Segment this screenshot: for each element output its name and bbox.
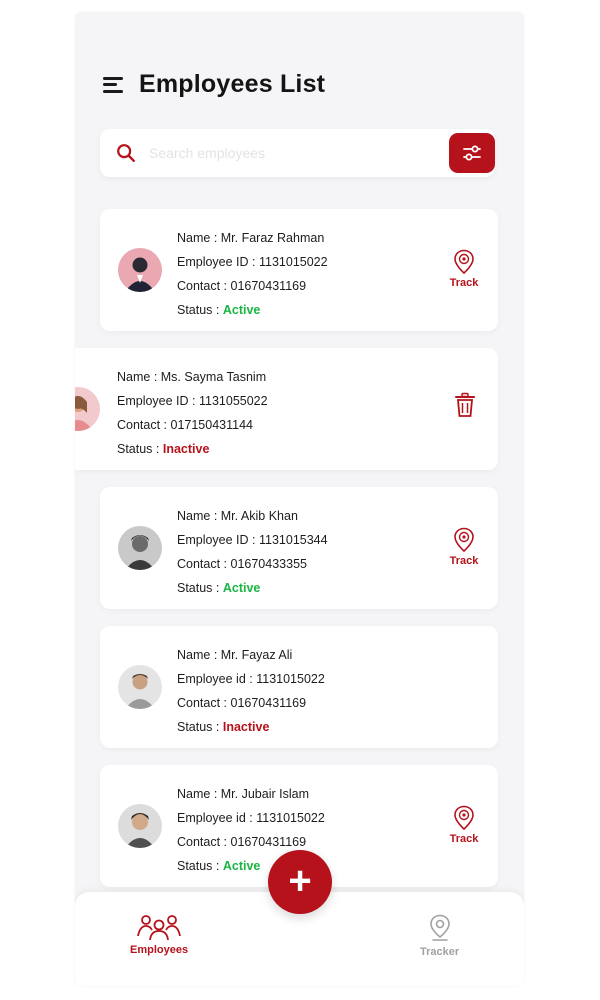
employee-info: Name : Mr. Faraz Rahman Employee ID : 11… [177, 226, 328, 322]
employee-name: Name : Mr. Akib Khan [177, 509, 298, 523]
avatar [118, 526, 162, 570]
employee-id: Employee id : 1131015022 [177, 811, 325, 825]
search-input[interactable] [147, 144, 441, 162]
employee-id: Employee ID : 1131055022 [117, 394, 268, 408]
employee-id: Employee ID : 1131015022 [177, 255, 328, 269]
employee-contact: Contact : 01670433355 [177, 557, 307, 571]
employee-name: Name : Mr. Jubair Islam [177, 787, 309, 801]
map-pin-icon [429, 914, 450, 941]
track-label: Track [449, 555, 479, 567]
employee-status: Status : Inactive [177, 720, 270, 734]
employee-info: Name : Mr. Fayaz Ali Employee id : 11310… [177, 643, 325, 739]
employee-id: Employee ID : 1131015344 [177, 533, 328, 547]
nav-tracker-label: Tracker [420, 946, 460, 958]
search-icon [117, 144, 135, 162]
employee-contact: Contact : 01670431169 [177, 279, 307, 293]
employee-status: Status : Active [177, 303, 261, 317]
menu-icon[interactable] [103, 76, 123, 93]
location-pin-icon [454, 805, 474, 831]
nav-tracker[interactable]: Tracker [420, 914, 459, 958]
avatar [118, 248, 162, 292]
page-header: Employees List [103, 70, 325, 99]
add-employee-button[interactable]: + [268, 850, 332, 914]
filter-button[interactable] [449, 133, 495, 173]
employee-info: Name : Mr. Akib Khan Employee ID : 11310… [177, 504, 328, 600]
people-icon [137, 915, 181, 940]
delete-button[interactable] [454, 392, 476, 423]
employee-card[interactable]: Name : Mr. Fayaz Ali Employee id : 11310… [100, 626, 498, 748]
employee-card[interactable]: Name : Ms. Sayma Tasnim Employee ID : 11… [75, 348, 498, 470]
employee-id: Employee id : 1131015022 [177, 672, 325, 686]
trash-icon [455, 392, 475, 417]
employee-contact: Contact : 01670431169 [177, 696, 307, 710]
avatar [118, 804, 162, 848]
employee-status: Status : Inactive [117, 442, 210, 456]
plus-icon: + [288, 858, 312, 903]
employee-name: Name : Mr. Faraz Rahman [177, 231, 325, 245]
location-pin-icon [454, 249, 474, 275]
location-pin-icon [454, 527, 474, 553]
app-screen: Employees List Name : Mr. Faraz Rahman E… [75, 12, 524, 986]
page-title: Employees List [139, 70, 326, 98]
employee-info: Name : Ms. Sayma Tasnim Employee ID : 11… [117, 365, 268, 461]
nav-employees[interactable]: Employees [130, 914, 188, 956]
track-button[interactable]: Track [444, 527, 484, 567]
employee-card[interactable]: Name : Mr. Akib Khan Employee ID : 11310… [100, 487, 498, 609]
sliders-icon [463, 145, 481, 161]
avatar [118, 665, 162, 709]
employee-contact: Contact : 017150431144 [117, 418, 253, 432]
employee-card[interactable]: Name : Mr. Faraz Rahman Employee ID : 11… [100, 209, 498, 331]
nav-employees-label: Employees [130, 944, 189, 956]
track-label: Track [449, 833, 479, 845]
employee-status: Status : Active [177, 581, 261, 595]
track-label: Track [449, 277, 479, 289]
track-button[interactable]: Track [444, 805, 484, 845]
track-button[interactable]: Track [444, 249, 484, 289]
employee-name: Name : Mr. Fayaz Ali [177, 648, 293, 662]
search-bar [100, 129, 495, 177]
avatar [75, 387, 100, 431]
employee-name: Name : Ms. Sayma Tasnim [117, 370, 267, 384]
